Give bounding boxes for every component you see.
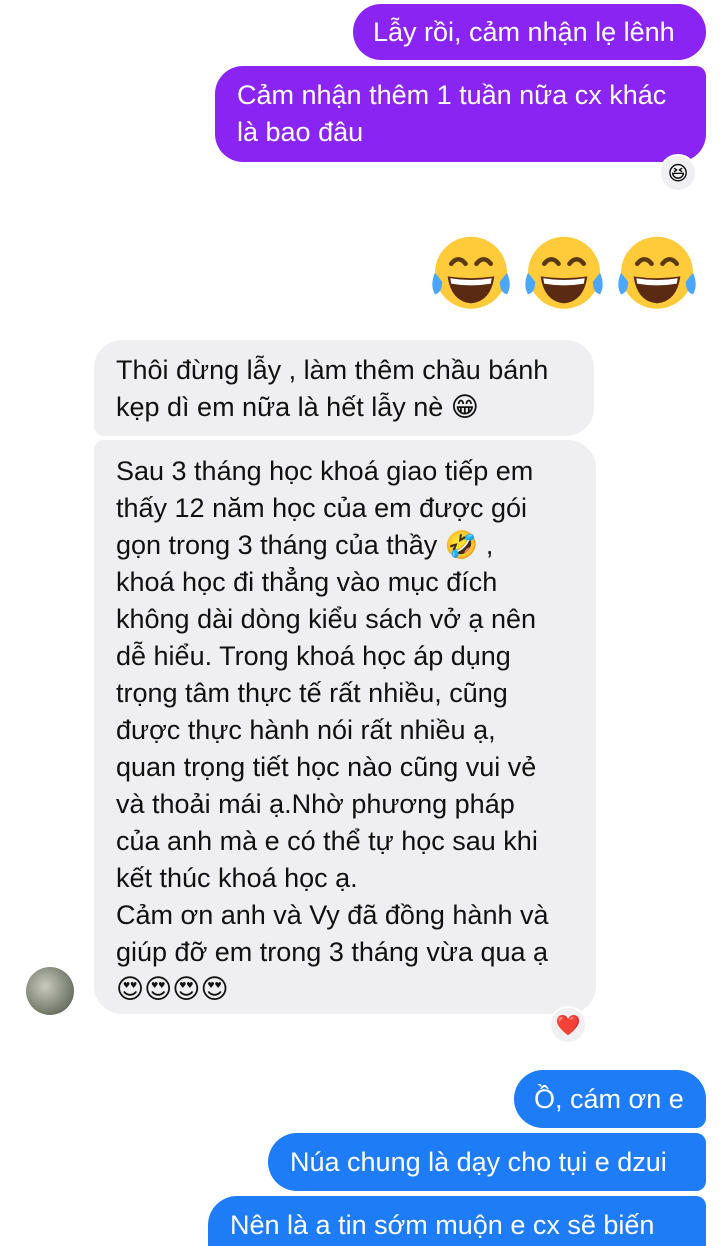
- reaction-laughing-icon[interactable]: 😆: [659, 154, 697, 192]
- reaction-heart-icon[interactable]: ❤️: [549, 1006, 587, 1044]
- message-bubble-incoming[interactable]: Thôi đừng lẫy , làm thêm chầu bánh kẹp d…: [94, 340, 594, 436]
- tears-of-joy-emoji-icon: [618, 236, 696, 309]
- tears-of-joy-emoji-icon: [432, 236, 510, 309]
- contact-avatar[interactable]: [26, 967, 74, 1015]
- message-bubble-outgoing[interactable]: Cảm nhận thêm 1 tuần nữa cx khác là bao …: [215, 66, 706, 162]
- message-bubble-outgoing[interactable]: Lẫy rồi, cảm nhận lẹ lênh: [353, 4, 706, 60]
- message-bubble-outgoing[interactable]: Ồ, cám ơn e: [514, 1070, 706, 1128]
- message-bubble-incoming[interactable]: Sau 3 tháng học khoá giao tiếp em thấy 1…: [94, 440, 596, 1014]
- tears-of-joy-emoji-icon: [525, 236, 603, 309]
- message-bubble-outgoing[interactable]: Nên là a tin sớm muộn e cx sẽ biến: [208, 1196, 706, 1246]
- message-bubble-outgoing[interactable]: Núa chung là dạy cho tụi e dzui: [268, 1133, 706, 1191]
